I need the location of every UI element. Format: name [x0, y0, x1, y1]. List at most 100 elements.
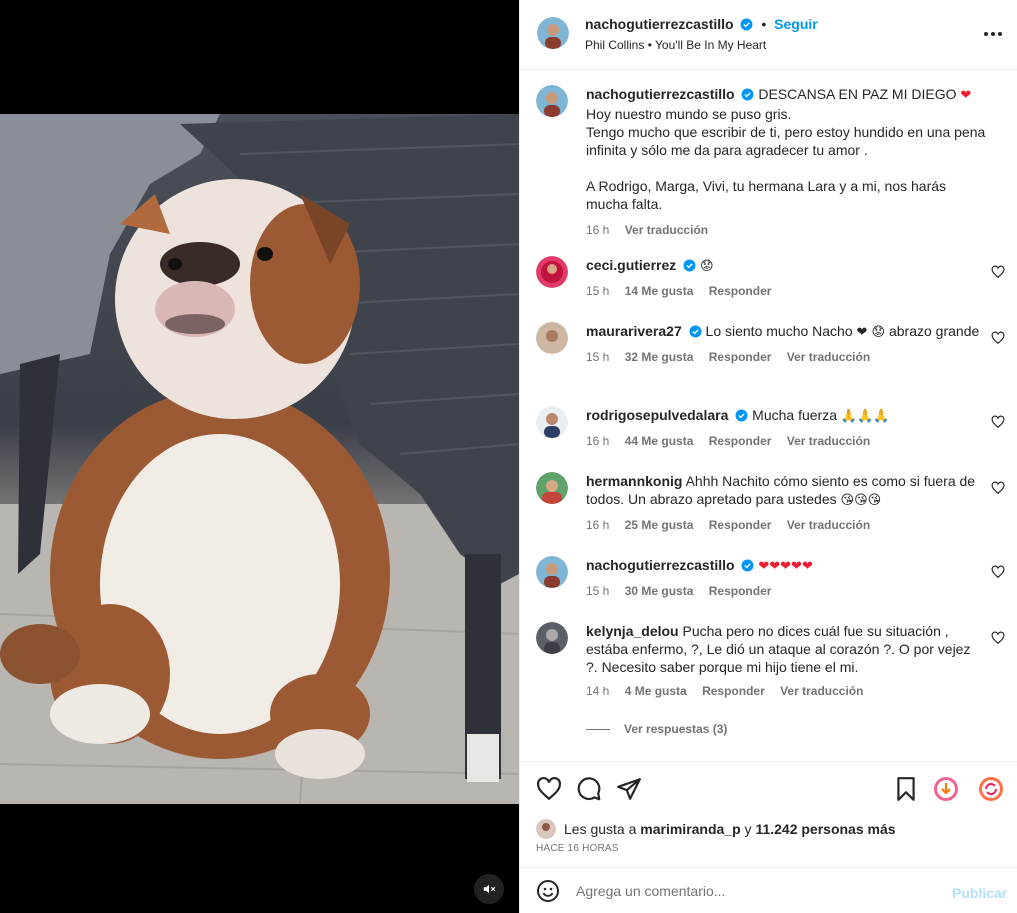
translate-link[interactable]: Ver traducción: [787, 518, 870, 532]
commenter-avatar[interactable]: [536, 322, 568, 354]
comment-emoji: ❤ 😟: [856, 325, 886, 340]
comments-scroll[interactable]: nachogutierrezcastillo DESCANSA EN PAZ M…: [520, 71, 1017, 761]
like-comment-heart-icon[interactable]: [991, 631, 1005, 645]
reply-button[interactable]: Responder: [702, 684, 765, 698]
translate-link[interactable]: Ver traducción: [780, 684, 863, 698]
comment-username[interactable]: maurarivera27: [586, 323, 682, 339]
commenter-avatar[interactable]: [536, 556, 568, 588]
post-time-ago[interactable]: HACE 16 HORAS: [536, 843, 619, 854]
view-replies-button[interactable]: Ver respuestas (3): [586, 722, 727, 736]
more-dots-icon: [984, 32, 1002, 36]
comment-text: Lo siento mucho Nacho: [705, 323, 853, 339]
comment-username[interactable]: rodrigosepulvedalara: [586, 407, 728, 423]
reply-button[interactable]: Responder: [709, 284, 772, 298]
verified-badge-icon: [735, 408, 748, 426]
comment-item: maurarivera27 Lo siento mucho Nacho ❤ 😟 …: [536, 322, 1005, 392]
audio-artist: Phil Collins: [585, 38, 645, 52]
reply-button[interactable]: Responder: [709, 350, 772, 364]
audio-separator: •: [647, 38, 652, 52]
reply-button[interactable]: Responder: [709, 584, 772, 598]
comment-likes[interactable]: 4 Me gusta: [625, 684, 687, 698]
liker-avatar: [536, 819, 556, 839]
caption: nachogutierrezcastillo DESCANSA EN PAZ M…: [536, 85, 1002, 237]
comment-time[interactable]: 15 h: [586, 284, 609, 298]
comment-likes[interactable]: 14 Me gusta: [625, 284, 694, 298]
caption-username[interactable]: nachogutierrezcastillo: [586, 86, 735, 102]
comment-item: nachogutierrezcastillo ❤❤❤❤❤ 15 h 30 Me …: [536, 556, 1005, 606]
author-avatar[interactable]: [537, 17, 569, 49]
comment-time[interactable]: 16 h: [586, 434, 609, 448]
like-heart-icon[interactable]: [536, 776, 562, 802]
comment-emoji: ❤❤❤❤❤: [758, 559, 813, 574]
audio-title: You'll Be In My Heart: [655, 38, 767, 52]
reply-button[interactable]: Responder: [709, 434, 772, 448]
author-avatar[interactable]: [536, 85, 568, 117]
comment-username[interactable]: hermannkonig: [586, 473, 682, 489]
more-options-button[interactable]: [981, 24, 1005, 44]
comment-text: Mucha fuerza: [752, 407, 837, 423]
post-media[interactable]: [0, 0, 519, 913]
comment-likes[interactable]: 25 Me gusta: [625, 518, 694, 532]
comment-text-2: abrazo grande: [888, 323, 980, 339]
like-comment-heart-icon[interactable]: [991, 331, 1005, 345]
bulldog-photo: [0, 114, 519, 804]
comment-username[interactable]: nachogutierrezcastillo: [586, 557, 735, 573]
comment-likes[interactable]: 30 Me gusta: [625, 584, 694, 598]
author-username[interactable]: nachogutierrezcastillo: [585, 16, 734, 32]
commenter-avatar[interactable]: [536, 472, 568, 504]
caption-translate-link[interactable]: Ver traducción: [625, 223, 708, 237]
emoji-smiley-icon[interactable]: [536, 879, 560, 903]
comment-likes[interactable]: 44 Me gusta: [625, 434, 694, 448]
comment-time[interactable]: 15 h: [586, 350, 609, 364]
translate-link[interactable]: Ver traducción: [787, 434, 870, 448]
comment-emoji: 🙏🙏🙏: [840, 409, 890, 424]
comment-username[interactable]: ceci.gutierrez: [586, 257, 676, 273]
comment-bubble-icon[interactable]: [576, 776, 602, 802]
download-extension-icon[interactable]: [933, 776, 959, 802]
save-bookmark-icon[interactable]: [893, 776, 919, 802]
audio-info[interactable]: Phil Collins • You'll Be In My Heart: [585, 38, 766, 52]
mute-button[interactable]: [474, 874, 504, 904]
likes-user[interactable]: marimiranda_p: [640, 821, 740, 837]
comment-likes[interactable]: 32 Me gusta: [625, 350, 694, 364]
verified-badge-icon: [740, 18, 753, 34]
post-header: nachogutierrezcastillo • Seguir Phil Col…: [520, 0, 1017, 70]
comment-time[interactable]: 15 h: [586, 584, 609, 598]
likes-summary[interactable]: Les gusta a marimiranda_p y 11.242 perso…: [536, 818, 896, 840]
caption-line-1: Hoy nuestro mundo se puso gris.: [586, 106, 792, 122]
likes-count[interactable]: 11.242 personas más: [755, 821, 895, 837]
comment-item: kelynja_delou Pucha pero no dices cuál f…: [536, 622, 1005, 712]
post-details-panel: nachogutierrezcastillo • Seguir Phil Col…: [519, 0, 1017, 913]
verified-badge-icon: [683, 258, 696, 276]
follow-button[interactable]: Seguir: [774, 16, 818, 32]
header-dot: •: [761, 16, 767, 32]
likes-prefix: Les gusta a: [564, 821, 637, 837]
comment-input[interactable]: [576, 878, 936, 904]
like-comment-heart-icon[interactable]: [991, 565, 1005, 579]
caption-title: DESCANSA EN PAZ MI DIEGO: [758, 86, 957, 102]
repost-extension-icon[interactable]: [978, 776, 1004, 802]
likes-mid: y: [744, 821, 752, 837]
comment-username[interactable]: kelynja_delou: [586, 623, 679, 639]
comment-emoji: 😘😘😘: [840, 493, 882, 508]
share-paper-plane-icon[interactable]: [616, 776, 642, 802]
comment-time[interactable]: 14 h: [586, 684, 609, 698]
translate-link[interactable]: Ver traducción: [787, 350, 870, 364]
commenter-avatar[interactable]: [536, 406, 568, 438]
add-comment-bar: Publicar: [520, 867, 1017, 913]
commenter-avatar[interactable]: [536, 622, 568, 654]
like-comment-heart-icon[interactable]: [991, 265, 1005, 279]
commenter-avatar[interactable]: [536, 256, 568, 288]
bulldog-illustration: [0, 114, 519, 804]
comment-item: ceci.gutierrez 😟 15 h 14 Me gusta Respon…: [536, 256, 1005, 306]
red-heart-emoji: ❤: [960, 88, 972, 103]
replies-divider-line: [586, 729, 610, 731]
comment-time[interactable]: 16 h: [586, 518, 609, 532]
verified-badge-icon: [689, 324, 702, 342]
like-comment-heart-icon[interactable]: [991, 415, 1005, 429]
like-comment-heart-icon[interactable]: [991, 481, 1005, 495]
publish-button[interactable]: Publicar: [952, 885, 1007, 901]
reply-button[interactable]: Responder: [709, 518, 772, 532]
verified-badge-icon: [741, 558, 754, 576]
caption-time[interactable]: 16 h: [586, 223, 609, 237]
